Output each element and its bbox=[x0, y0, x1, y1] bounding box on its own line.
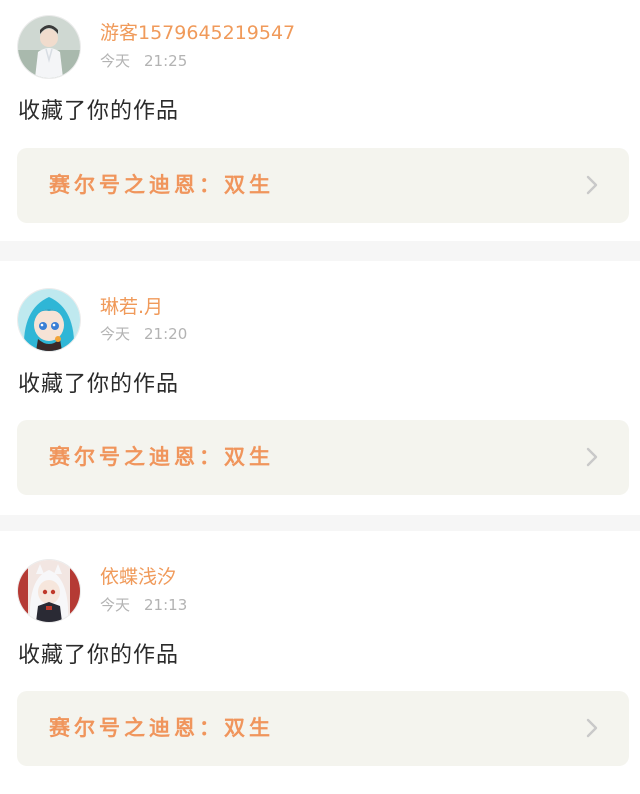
work-link-button[interactable]: 赛尔号之迪恩：双生 bbox=[17, 691, 629, 766]
timestamp-day: 今天 bbox=[100, 325, 131, 343]
timestamp-time: 21:13 bbox=[144, 596, 188, 614]
timestamp-day: 今天 bbox=[100, 596, 131, 614]
divider bbox=[0, 241, 640, 261]
username[interactable]: 游客1579645219547 bbox=[100, 24, 295, 43]
timestamp: 今天 21:20 bbox=[100, 327, 187, 342]
activity-text: 收藏了你的作品 bbox=[18, 643, 180, 668]
username[interactable]: 琳若.月 bbox=[100, 298, 163, 317]
avatar-white-hanfu-boy-icon bbox=[18, 16, 80, 78]
timestamp: 今天 21:25 bbox=[100, 54, 187, 69]
activity-text: 收藏了你的作品 bbox=[18, 99, 180, 124]
work-link-button[interactable]: 赛尔号之迪恩：双生 bbox=[17, 420, 629, 495]
timestamp-time: 21:20 bbox=[144, 325, 188, 343]
work-title: 赛尔号之迪恩：双生 bbox=[49, 445, 274, 469]
chevron-right-icon bbox=[581, 717, 603, 739]
timestamp-time: 21:25 bbox=[144, 52, 188, 70]
avatar-anime-blue-hair-girl-icon bbox=[18, 289, 80, 351]
notification-card: 琳若.月 今天 21:20 收藏了你的作品 赛尔号之迪恩：双生 bbox=[0, 261, 640, 515]
notification-card: 游客1579645219547 今天 21:25 收藏了你的作品 赛尔号之迪恩：双… bbox=[0, 0, 640, 241]
work-link-button[interactable]: 赛尔号之迪恩：双生 bbox=[17, 148, 629, 223]
user-avatar[interactable] bbox=[18, 16, 80, 78]
notification-card: 依蝶浅汐 今天 21:13 收藏了你的作品 赛尔号之迪恩：双生 bbox=[0, 531, 640, 794]
username[interactable]: 依蝶浅汐 bbox=[100, 568, 176, 587]
work-title: 赛尔号之迪恩：双生 bbox=[49, 173, 274, 197]
user-avatar[interactable] bbox=[18, 289, 80, 351]
chevron-right-icon bbox=[581, 174, 603, 196]
activity-text: 收藏了你的作品 bbox=[18, 372, 180, 397]
user-avatar[interactable] bbox=[18, 560, 80, 622]
timestamp: 今天 21:13 bbox=[100, 598, 187, 613]
chevron-right-icon bbox=[581, 446, 603, 468]
notification-feed: 游客1579645219547 今天 21:25 收藏了你的作品 赛尔号之迪恩：双… bbox=[0, 0, 640, 794]
work-title: 赛尔号之迪恩：双生 bbox=[49, 716, 274, 740]
divider bbox=[0, 515, 640, 531]
avatar-anime-white-hair-girl-icon bbox=[18, 560, 80, 622]
timestamp-day: 今天 bbox=[100, 52, 131, 70]
